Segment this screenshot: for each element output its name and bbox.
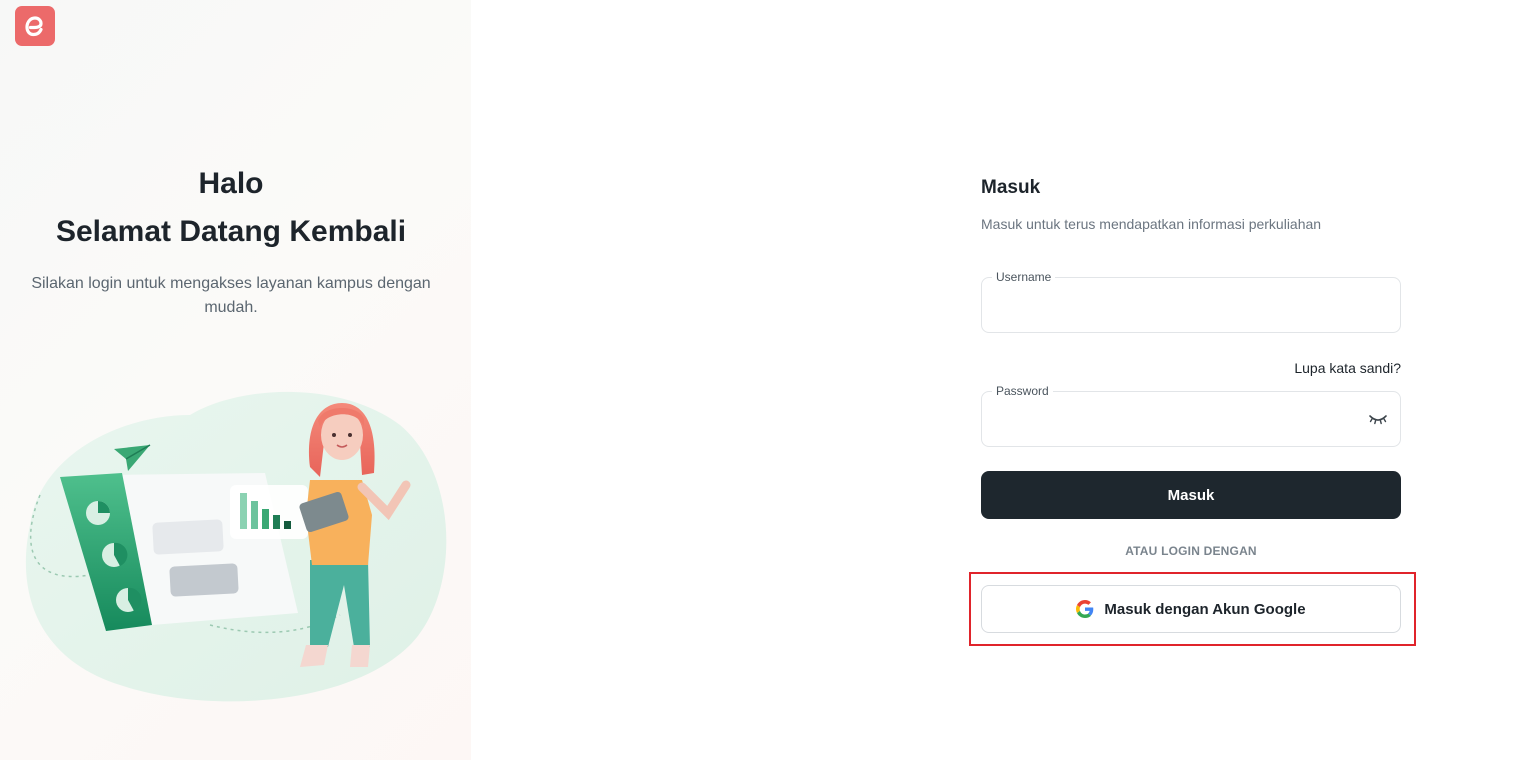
- password-label: Password: [992, 383, 1053, 399]
- login-page: Halo Selamat Datang Kembali Silakan logi…: [0, 0, 1516, 760]
- eye-closed-icon[interactable]: [1368, 412, 1388, 426]
- password-input[interactable]: [996, 406, 1376, 434]
- login-button[interactable]: Masuk: [981, 471, 1401, 519]
- login-divider: ATAU LOGIN DENGAN: [1125, 544, 1257, 558]
- welcome-heading: Selamat Datang Kembali: [55, 215, 407, 248]
- google-icon: [1076, 600, 1094, 618]
- greeting-heading: Halo: [198, 167, 264, 200]
- welcome-subtitle: Silakan login untuk mengakses layanan ka…: [31, 275, 431, 316]
- password-field[interactable]: Password: [981, 383, 1401, 447]
- username-label: Username: [992, 269, 1056, 285]
- welcome-panel: Halo Selamat Datang Kembali Silakan logi…: [0, 0, 471, 760]
- welcome-text: Halo Selamat Datang Kembali Silakan logi…: [0, 160, 462, 320]
- form-subtitle: Masuk untuk terus mendapatkan informasi …: [981, 216, 1322, 232]
- app-logo-icon[interactable]: [15, 6, 55, 46]
- login-form: Masuk Masuk untuk terus mendapatkan info…: [969, 176, 1416, 646]
- username-field[interactable]: Username: [981, 269, 1401, 333]
- forgot-password-link[interactable]: Lupa kata sandi?: [1294, 359, 1401, 377]
- google-login-label: Masuk dengan Akun Google: [1104, 600, 1306, 618]
- username-input[interactable]: [996, 292, 1376, 320]
- google-login-button[interactable]: Masuk dengan Akun Google: [981, 585, 1401, 633]
- logo-glyph: [25, 16, 43, 37]
- dashboard-illustration: [25, 391, 447, 702]
- form-title: Masuk: [981, 177, 1041, 198]
